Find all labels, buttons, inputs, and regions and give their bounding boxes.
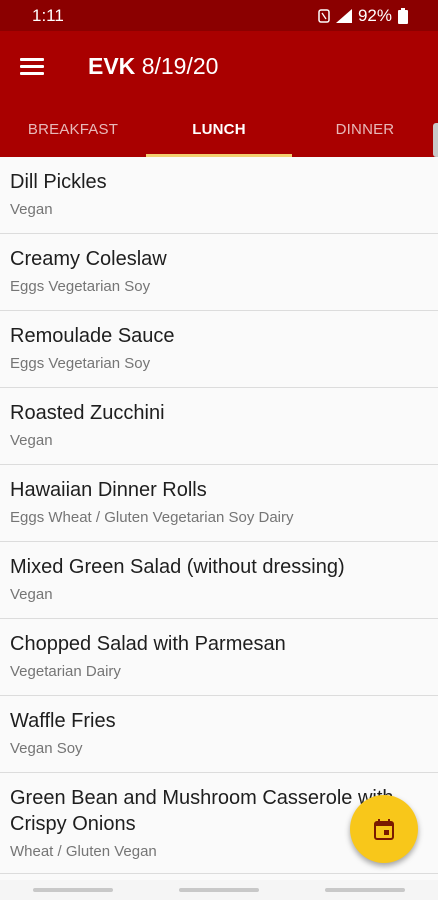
item-tags: Vegetarian Dairy	[10, 663, 121, 680]
page-title: EVK 8/19/20	[88, 53, 218, 80]
tab-lunch-label: LUNCH	[192, 120, 246, 138]
item-tags: Vegan Soy	[10, 740, 83, 757]
item-name: Dill Pickles	[10, 171, 107, 193]
nav-recents[interactable]	[33, 888, 113, 892]
nav-back[interactable]	[325, 888, 405, 892]
tab-breakfast[interactable]: BREAKFAST	[0, 101, 146, 157]
menu-list: Dill Pickles Vegan Creamy Coleslaw Eggs …	[0, 157, 438, 874]
item-tags: Eggs Wheat / Gluten Vegetarian Soy Dairy	[10, 509, 294, 526]
item-tags: Vegan	[10, 586, 53, 603]
tab-dinner[interactable]: DINNER	[292, 101, 438, 157]
nav-home[interactable]	[179, 888, 259, 892]
system-nav-bar	[0, 880, 438, 900]
item-name: Roasted Zucchini	[10, 402, 165, 424]
app-bar: EVK 8/19/20	[0, 31, 438, 101]
item-name: Chopped Salad with Parmesan	[10, 633, 286, 655]
tab-lunch[interactable]: LUNCH	[146, 101, 292, 157]
date-picker-button[interactable]	[350, 795, 418, 863]
battery-percent: 92%	[357, 5, 392, 25]
status-bar: 1:11 92%	[0, 0, 438, 31]
menu-icon[interactable]	[20, 51, 50, 81]
signal-icon	[335, 8, 352, 23]
list-item[interactable]: Chopped Salad with Parmesan Vegetarian D…	[0, 619, 438, 696]
list-item[interactable]: Creamy Coleslaw Eggs Vegetarian Soy	[0, 234, 438, 311]
list-item[interactable]: Waffle Fries Vegan Soy	[0, 696, 438, 773]
item-tags: Vegan	[10, 432, 53, 449]
item-name: Hawaiian Dinner Rolls	[10, 479, 207, 501]
item-tags: Vegan	[10, 201, 53, 218]
tab-overflow-edge	[433, 123, 438, 157]
menu-date: 8/19/20	[141, 52, 219, 79]
tab-dinner-label: DINNER	[335, 120, 395, 138]
list-item[interactable]: Dill Pickles Vegan	[0, 157, 438, 234]
item-name: Mixed Green Salad (without dressing)	[10, 556, 345, 578]
item-tags: Eggs Vegetarian Soy	[10, 355, 151, 372]
list-item[interactable]: Roasted Zucchini Vegan	[0, 388, 438, 465]
item-name: Remoulade Sauce	[10, 325, 175, 347]
list-item[interactable]: Remoulade Sauce Eggs Vegetarian Soy	[0, 311, 438, 388]
item-tags: Eggs Vegetarian Soy	[10, 278, 151, 295]
item-name: Waffle Fries	[10, 710, 116, 732]
nfc-icon	[318, 8, 330, 23]
meal-tabs: BREAKFAST LUNCH DINNER	[0, 101, 438, 157]
status-time: 1:11	[32, 5, 64, 25]
location-code: EVK	[88, 52, 136, 79]
list-item[interactable]: Mixed Green Salad (without dressing) Veg…	[0, 542, 438, 619]
tab-breakfast-label: BREAKFAST	[27, 120, 119, 138]
list-item[interactable]: Hawaiian Dinner Rolls Eggs Wheat / Glute…	[0, 465, 438, 542]
status-icons: 92%	[318, 6, 408, 26]
battery-icon	[398, 7, 408, 24]
calendar-icon	[374, 819, 394, 840]
item-name: Creamy Coleslaw	[10, 248, 167, 270]
